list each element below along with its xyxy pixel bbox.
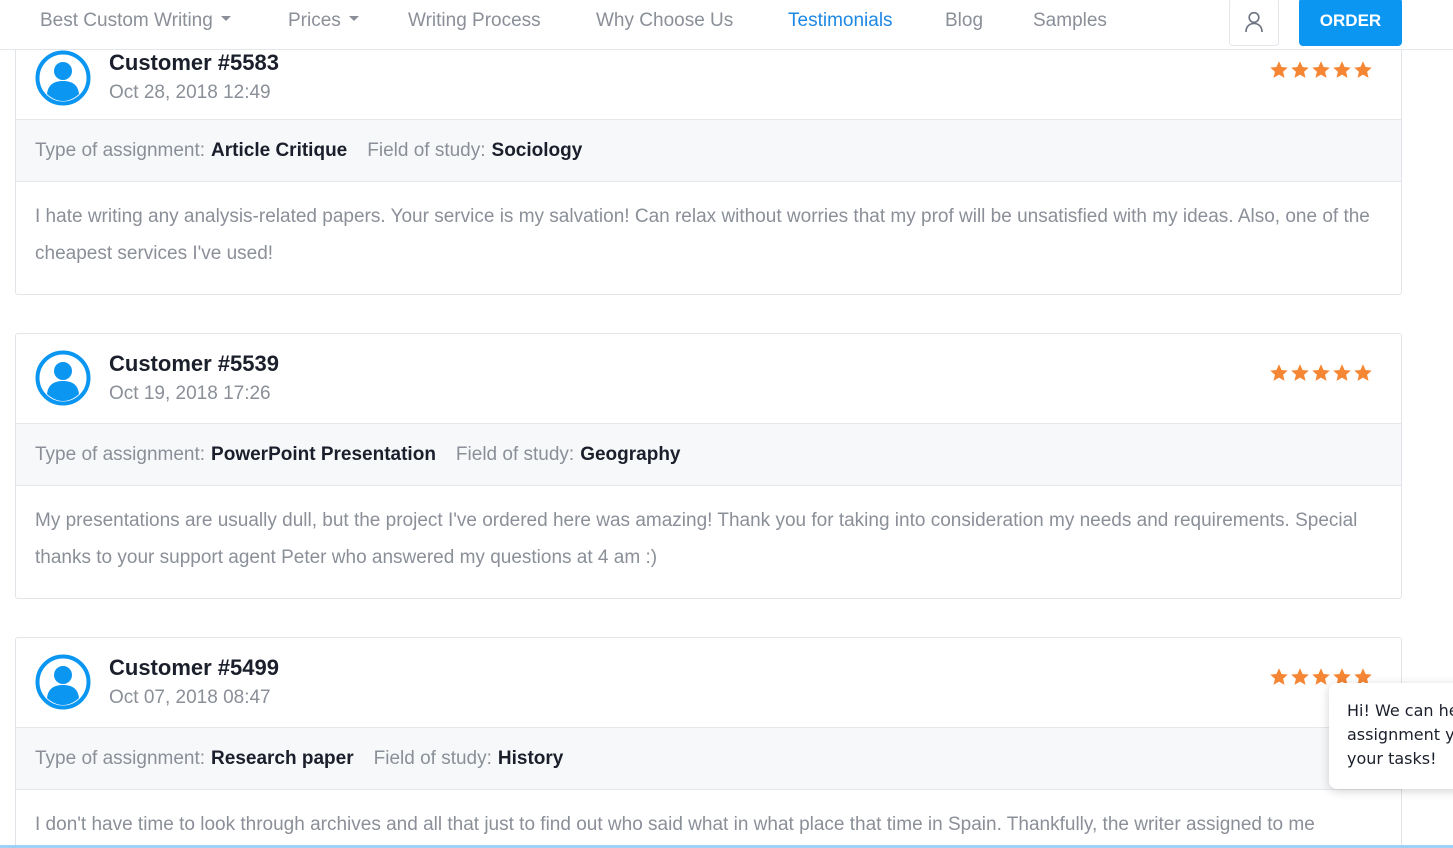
star-icon xyxy=(1312,61,1330,78)
avatar-icon xyxy=(35,654,91,710)
caret-down-icon xyxy=(220,16,231,22)
review-meta: Type of assignment: Article Critique Fiel… xyxy=(16,119,1401,182)
review-meta: Type of assignment: Research paper Field … xyxy=(16,727,1401,790)
avatar-icon xyxy=(35,350,91,406)
star-icon xyxy=(1354,364,1372,381)
review-text: I hate writing any analysis-related pape… xyxy=(35,206,1370,264)
star-icon xyxy=(1270,61,1288,78)
nav-item-samples[interactable]: Samples xyxy=(1033,0,1107,44)
nav-item-writing-process[interactable]: Writing Process xyxy=(408,0,541,44)
review-text: My presentations are usually dull, but t… xyxy=(35,510,1358,568)
assignment-type: Type of assignment: Research paper xyxy=(35,748,354,770)
assignment-label: Type of assignment: xyxy=(35,443,206,465)
assignment-type: Type of assignment: PowerPoint Presentati… xyxy=(35,444,436,466)
chat-popup[interactable]: Hi! We can he assignment y your tasks! xyxy=(1329,683,1453,789)
avatar-icon xyxy=(35,50,91,106)
star-icon xyxy=(1333,61,1351,78)
nav-label: Writing Process xyxy=(408,10,541,31)
caret-down-icon xyxy=(348,16,359,22)
chat-message-line: your tasks! xyxy=(1347,749,1437,768)
review-card: Customer #5583 Oct 28, 2018 12:49 Type o… xyxy=(15,33,1402,295)
review-card: Customer #5539 Oct 19, 2018 17:26 Type o… xyxy=(15,333,1402,599)
rating-stars xyxy=(1269,60,1373,80)
star-icon xyxy=(1270,364,1288,381)
nav-label: Why Choose Us xyxy=(596,10,734,31)
review-card: Customer #5499 Oct 07, 2018 08:47 Type o… xyxy=(15,637,1402,848)
customer-name: Customer #5539 xyxy=(109,351,279,376)
star-icon xyxy=(1312,364,1330,381)
star-icon xyxy=(1312,668,1330,685)
field-label: Field of study: xyxy=(455,443,575,465)
review-header: Customer #5539 Oct 19, 2018 17:26 xyxy=(16,334,1401,423)
field-of-study: Field of study: Geography xyxy=(456,444,681,466)
customer-name: Customer #5583 xyxy=(109,50,279,75)
order-button[interactable]: ORDER xyxy=(1299,0,1402,46)
star-icon xyxy=(1354,61,1372,78)
nav-item-blog[interactable]: Blog xyxy=(945,0,983,44)
field-value: Geography xyxy=(580,443,681,465)
field-label: Field of study: xyxy=(373,747,492,769)
top-navigation: Best Custom Writing Prices Writing Proce… xyxy=(0,0,1453,50)
field-value: History xyxy=(497,747,564,769)
nav-label: Prices xyxy=(288,10,341,31)
review-date: Oct 28, 2018 12:49 xyxy=(109,82,271,103)
star-icon xyxy=(1291,364,1309,381)
assignment-label: Type of assignment: xyxy=(35,139,206,161)
nav-label: Best Custom Writing xyxy=(40,10,213,31)
rating-stars xyxy=(1269,363,1373,383)
nav-label: Blog xyxy=(945,10,984,31)
user-icon xyxy=(1245,11,1263,33)
assignment-value: Research paper xyxy=(211,747,354,769)
nav-label: Testimonials xyxy=(788,10,893,31)
review-date: Oct 19, 2018 17:26 xyxy=(109,383,271,404)
assignment-label: Type of assignment: xyxy=(35,747,206,769)
review-meta: Type of assignment: PowerPoint Presentati… xyxy=(16,423,1401,486)
field-of-study: Field of study: Sociology xyxy=(367,140,582,162)
nav-item-why-choose-us[interactable]: Why Choose Us xyxy=(596,0,733,44)
star-icon xyxy=(1270,668,1288,685)
nav-item-prices[interactable]: Prices xyxy=(288,0,359,44)
nav-item-testimonials[interactable]: Testimonials xyxy=(788,0,893,44)
star-icon xyxy=(1291,668,1309,685)
account-button[interactable] xyxy=(1229,0,1279,46)
star-icon xyxy=(1333,364,1351,381)
assignment-type: Type of assignment: Article Critique xyxy=(35,140,347,162)
nav-label: Samples xyxy=(1033,10,1107,31)
field-value: Sociology xyxy=(491,139,583,161)
review-date: Oct 07, 2018 08:47 xyxy=(109,687,271,708)
assignment-value: PowerPoint Presentation xyxy=(211,443,436,465)
review-text: I don't have time to look through archiv… xyxy=(35,814,1315,835)
field-of-study: Field of study: History xyxy=(374,748,564,770)
chat-message-line: assignment y xyxy=(1347,725,1453,744)
chat-message-line: Hi! We can he xyxy=(1347,701,1453,720)
star-icon xyxy=(1291,61,1309,78)
nav-item-best-custom-writing[interactable]: Best Custom Writing xyxy=(40,0,231,44)
assignment-value: Article Critique xyxy=(211,139,348,161)
review-header: Customer #5499 Oct 07, 2018 08:47 xyxy=(16,638,1401,727)
customer-name: Customer #5499 xyxy=(109,655,279,680)
field-label: Field of study: xyxy=(367,139,486,161)
